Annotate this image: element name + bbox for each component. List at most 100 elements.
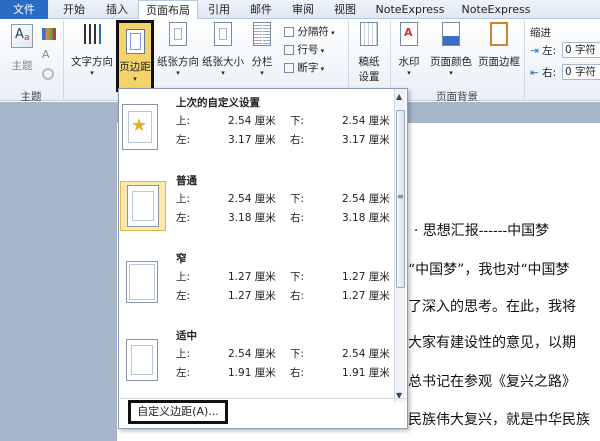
paper-setup-label-line1: 稿纸 — [358, 56, 380, 68]
effects-icon[interactable] — [42, 68, 54, 80]
margins-button[interactable]: 页边距 ▾ — [116, 20, 154, 92]
text-direction-label: 文字方向 — [71, 56, 113, 68]
chevron-down-icon: ▾ — [328, 29, 335, 37]
paper-setup-icon — [360, 22, 378, 46]
breaks-label: 分隔符 — [297, 26, 329, 38]
orientation-button[interactable]: 纸张方向 ▾ — [156, 22, 200, 77]
right-label: 右: — [290, 367, 305, 379]
breaks-button[interactable]: 分隔符 ▾ — [284, 24, 335, 38]
indent-right-input[interactable]: 0 字符 — [562, 64, 600, 80]
left-label: 左: — [176, 367, 191, 379]
custom-margins-menu-item[interactable]: 自定义边距(A)... — [128, 400, 228, 424]
doc-line[interactable]: 了深入的思考。在此，我将 — [408, 296, 576, 316]
top-label: 上: — [176, 348, 191, 360]
tab-review[interactable]: 审阅 — [286, 0, 320, 19]
right-label: 右: — [290, 134, 305, 146]
chevron-down-icon: ▾ — [318, 65, 325, 73]
normal-margin-icon — [120, 181, 166, 231]
tab-page-layout[interactable]: 页面布局 — [138, 0, 198, 20]
moderate-margin-icon — [126, 339, 158, 381]
hyphenation-icon — [284, 63, 294, 73]
tab-file[interactable]: 文件 — [0, 0, 48, 19]
doc-line[interactable]: “中国梦”，我也对“中国梦 — [408, 259, 569, 279]
top-label: 上: — [176, 193, 191, 205]
right-value: 1.27 厘米 — [342, 290, 390, 302]
left-label: 左: — [176, 212, 191, 224]
tab-noteexpress-2[interactable]: NoteExpress — [456, 0, 536, 19]
doc-line[interactable]: · · 思想汇报------中国梦 — [405, 220, 549, 240]
orientation-icon — [169, 22, 187, 46]
left-value: 1.91 厘米 — [228, 367, 276, 379]
tab-mailings[interactable]: 邮件 — [244, 0, 278, 19]
columns-label: 分栏 — [251, 56, 273, 68]
hyphenation-button[interactable]: 断字 ▾ — [284, 60, 324, 74]
last-custom-margin-icon: ★ — [122, 104, 158, 150]
top-label: 上: — [176, 271, 191, 283]
chevron-down-icon: ▾ — [176, 69, 180, 77]
themes-button[interactable]: A a 主题 — [6, 24, 38, 73]
page-color-icon — [442, 22, 460, 46]
columns-icon — [253, 22, 271, 46]
indent-right-row: ⇤ 右: — [530, 65, 556, 80]
breaks-icon — [284, 27, 294, 37]
hyphenation-label: 断字 — [297, 62, 319, 74]
tab-insert[interactable]: 插入 — [100, 0, 134, 19]
bottom-label: 下: — [290, 193, 305, 205]
indent-left-row: ⇥ 左: — [530, 43, 556, 58]
left-value: 3.18 厘米 — [228, 212, 276, 224]
top-value: 2.54 厘米 — [228, 193, 276, 205]
doc-line[interactable]: 大家有建设性的意见，以期 — [408, 332, 576, 352]
page-color-button[interactable]: 页面颜色 ▾ — [426, 22, 476, 77]
tab-view[interactable]: 视图 — [328, 0, 362, 19]
tab-references[interactable]: 引用 — [202, 0, 236, 19]
menu-separator — [120, 398, 406, 399]
group-separator — [63, 21, 64, 99]
margin-option-moderate[interactable]: 适中 上: 2.54 厘米 下: 2.54 厘米 左: 1.91 厘米 右: 1… — [118, 325, 398, 403]
page-borders-button[interactable]: 页面边框 — [476, 22, 522, 69]
bottom-label: 下: — [290, 115, 305, 127]
option-name: 适中 — [176, 330, 197, 342]
top-value: 1.27 厘米 — [228, 271, 276, 283]
page-color-label: 页面颜色 — [430, 56, 472, 68]
star-icon: ★ — [131, 115, 148, 136]
right-value: 1.91 厘米 — [342, 367, 390, 379]
scroll-up-icon[interactable]: ▲ — [396, 92, 402, 101]
right-value: 3.17 厘米 — [342, 134, 390, 146]
page-borders-label: 页面边框 — [478, 56, 520, 68]
size-button[interactable]: 纸张大小 ▾ — [200, 22, 246, 77]
indent-left-input[interactable]: 0 字符 — [562, 42, 600, 58]
fonts-icon[interactable]: A — [42, 48, 50, 61]
margin-option-narrow[interactable]: 窄 上: 1.27 厘米 下: 1.27 厘米 左: 1.27 厘米 右: 1.… — [118, 248, 398, 326]
doc-line[interactable]: 民族伟大复兴，就是中华民族 — [408, 409, 590, 429]
paper-setup-button[interactable]: 稿纸 设置 — [352, 22, 386, 84]
top-value: 2.54 厘米 — [228, 348, 276, 360]
margin-option-normal[interactable]: 普通 上: 2.54 厘米 下: 2.54 厘米 左: 3.18 厘米 右: 3… — [118, 170, 398, 248]
orientation-label: 纸张方向 — [157, 56, 199, 68]
chevron-down-icon: ▾ — [318, 47, 325, 55]
indent-right-label: 右: — [542, 67, 557, 79]
watermark-icon: A — [400, 22, 418, 46]
tab-home[interactable]: 开始 — [54, 0, 94, 19]
columns-button[interactable]: 分栏 ▾ — [246, 22, 278, 77]
doc-line[interactable]: 总书记在参观《复兴之路》 — [408, 371, 576, 391]
right-label: 右: — [290, 290, 305, 302]
option-name: 窄 — [176, 253, 187, 265]
line-numbers-button[interactable]: 行号 ▾ — [284, 42, 324, 56]
bottom-label: 下: — [290, 271, 305, 283]
ribbon-tab-bar: 文件 开始 插入 页面布局 引用 邮件 审阅 视图 NoteExpress No… — [0, 0, 600, 20]
indent-right-icon: ⇤ — [530, 67, 539, 79]
colors-icon[interactable] — [42, 28, 56, 40]
tab-noteexpress-1[interactable]: NoteExpress — [370, 0, 450, 19]
chevron-down-icon: ▾ — [407, 69, 411, 77]
watermark-button[interactable]: A 水印 ▾ — [392, 22, 426, 77]
chevron-down-icon: ▾ — [90, 69, 94, 77]
group-separator — [524, 21, 525, 99]
chevron-down-icon: ▾ — [133, 75, 137, 83]
indent-title: 缩进 — [530, 27, 551, 39]
size-label: 纸张大小 — [202, 56, 244, 68]
text-direction-button[interactable]: 文字方向 ▾ — [68, 22, 116, 77]
text-direction-icon — [82, 22, 102, 46]
left-value: 3.17 厘米 — [228, 134, 276, 146]
margin-option-last-custom[interactable]: ★ 上次的自定义设置 上: 2.54 厘米 下: 2.54 厘米 左: 3.17… — [118, 92, 398, 170]
bottom-value: 2.54 厘米 — [342, 348, 390, 360]
